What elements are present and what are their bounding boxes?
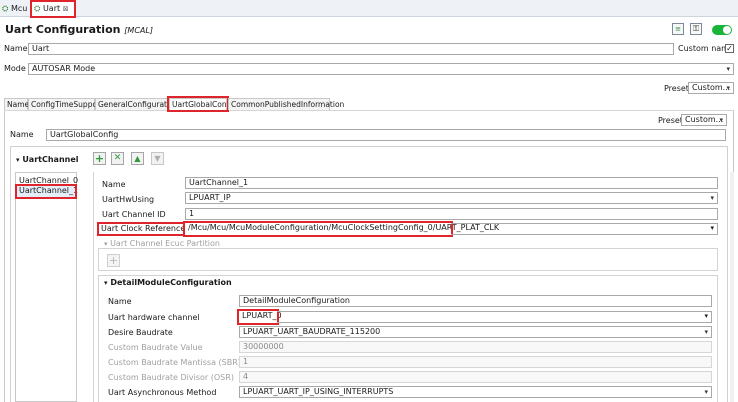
lock-icon[interactable]: ⚿ xyxy=(690,23,702,35)
vertical-scrollbar[interactable] xyxy=(730,172,734,402)
detail-name-label: Name xyxy=(108,297,132,306)
clock-reference-select[interactable]: /Mcu/Mcu/McuModuleConfiguration/McuClock… xyxy=(183,221,499,237)
hw-channel-label: Uart hardware channel xyxy=(108,313,200,322)
collapse-icon: ▾ xyxy=(104,240,108,248)
tab-uart-global-config[interactable]: UartGlobalConfig xyxy=(167,96,236,112)
baudrate-select[interactable]: LPUART_UART_BAUDRATE_115200 ▾ xyxy=(239,326,712,338)
chevron-down-icon: ▾ xyxy=(726,65,730,73)
channel-id-label: Uart Channel ID xyxy=(102,210,166,219)
hw-using-label: UartHwUsing xyxy=(102,195,155,204)
mode-label: Mode xyxy=(4,64,26,73)
move-down-button[interactable]: ▼ xyxy=(151,152,164,165)
channel-name-field[interactable]: UartChannel_1 xyxy=(185,177,718,189)
name-label: Name xyxy=(4,44,28,53)
page-subtitle: [MCAL] xyxy=(124,26,153,35)
channel-name-label: Name xyxy=(102,180,126,189)
baudrate-label: Desire Baudrate xyxy=(108,328,173,337)
chevron-down-icon: ▾ xyxy=(719,116,723,124)
preset-select[interactable]: Custom... ▾ xyxy=(688,82,734,94)
document-icon[interactable]: ≡ xyxy=(672,23,684,35)
custom-name-checkbox[interactable]: ✓ xyxy=(725,44,734,53)
global-preset-select[interactable]: Custom... ▾ xyxy=(681,114,727,126)
global-preset-label: Preset xyxy=(658,116,683,125)
editor-tab-uart-label: Uart xyxy=(42,4,61,13)
custom-baud-field: 30000000 xyxy=(239,341,712,353)
toggle-knob xyxy=(723,26,731,34)
detail-name-field[interactable]: DetailModuleConfiguration xyxy=(239,295,712,307)
chevron-down-icon: ▾ xyxy=(704,328,708,336)
list-item-label: UartChannel_1 xyxy=(19,186,79,195)
channel-section-title: UartChannel xyxy=(22,155,79,164)
mantissa-field: 1 xyxy=(239,356,712,368)
config-file-icon: ⛭ xyxy=(2,4,9,13)
async-method-select[interactable]: LPUART_UART_IP_USING_INTERRUPTS ▾ xyxy=(239,386,712,398)
preset-select-value: Custom... xyxy=(692,83,731,92)
detail-section-header[interactable]: ▾ DetailModuleConfiguration xyxy=(104,278,232,288)
ecuc-add-button: + xyxy=(107,254,120,267)
custom-baud-label: Custom Baudrate Value xyxy=(108,343,203,352)
global-preset-value: Custom... xyxy=(685,115,724,124)
mode-select-value: AUTOSAR Mode xyxy=(32,64,96,73)
channel-list xyxy=(15,172,77,402)
page-title: Uart Configuration [MCAL] xyxy=(5,23,153,38)
baudrate-value: LPUART_UART_BAUDRATE_115200 xyxy=(243,327,381,336)
add-button[interactable]: + xyxy=(93,152,106,165)
divisor-field: 4 xyxy=(239,371,712,383)
config-file-icon: ⛭ xyxy=(34,4,41,13)
hw-channel-combo-border: ▾ xyxy=(277,311,712,323)
preset-label: Preset xyxy=(664,84,689,93)
channel-id-field[interactable]: 1 xyxy=(185,208,718,220)
clock-reference-label: Uart Clock Reference xyxy=(96,222,190,236)
divisor-label: Custom Baudrate Divisor (OSR) xyxy=(108,373,234,382)
page-title-text: Uart Configuration xyxy=(5,23,121,36)
tab-name[interactable]: Name xyxy=(4,98,29,110)
collapse-icon: ▾ xyxy=(16,156,20,164)
list-item-selected[interactable]: UartChannel_1 xyxy=(15,184,79,199)
editor-tab-mcu[interactable]: ⛭ Mcu xyxy=(2,2,30,15)
hw-channel-value: LPUART_0 xyxy=(242,311,282,320)
name-field[interactable]: Uart xyxy=(28,43,674,55)
channel-section-header[interactable]: ▾ UartChannel xyxy=(16,155,79,165)
remove-button[interactable]: ✕ xyxy=(111,152,124,165)
list-item[interactable]: UartChannel_0 xyxy=(19,176,78,186)
global-name-label: Name xyxy=(10,130,34,139)
chevron-down-icon: ▾ xyxy=(710,194,714,202)
ecuc-partition-label: Uart Channel Ecuc Partition xyxy=(110,239,220,248)
chevron-down-icon: ▾ xyxy=(704,388,708,396)
detail-section-title: DetailModuleConfiguration xyxy=(110,278,232,287)
async-method-value: LPUART_UART_IP_USING_INTERRUPTS xyxy=(243,387,394,396)
tab-config-time-support[interactable]: ConfigTimeSupport xyxy=(28,98,103,110)
chevron-down-icon: ▾ xyxy=(726,84,730,92)
hw-using-value: LPUART_IP xyxy=(189,193,231,202)
editor-tab-mcu-label: Mcu xyxy=(10,4,28,13)
hw-using-select[interactable]: LPUART_IP ▾ xyxy=(185,192,718,204)
collapse-icon: ▾ xyxy=(104,279,108,287)
hw-channel-select-highlight[interactable]: LPUART_0 xyxy=(237,309,282,325)
global-name-field[interactable]: UartGlobalConfig xyxy=(46,129,726,141)
tab-general-configuration[interactable]: GeneralConfiguration xyxy=(95,98,178,110)
ecuc-partition-box xyxy=(98,248,718,271)
editor-tab-bar xyxy=(0,0,738,17)
close-icon[interactable]: ⊠ xyxy=(63,5,69,13)
chevron-down-icon: ▾ xyxy=(710,224,714,232)
chevron-down-icon: ▾ xyxy=(704,312,708,320)
async-method-label: Uart Asynchronous Method xyxy=(108,388,217,397)
enable-toggle[interactable] xyxy=(712,25,732,35)
mantissa-label: Custom Baudrate Mantissa (SBR) xyxy=(108,358,241,367)
clock-reference-combo-border: ▾ xyxy=(451,223,718,235)
mode-select[interactable]: AUTOSAR Mode ▾ xyxy=(28,63,734,75)
tab-common-published-information[interactable]: CommonPublishedInformation xyxy=(228,98,344,110)
editor-tab-uart[interactable]: ⛭ Uart ⊠ xyxy=(30,0,76,18)
move-up-button[interactable]: ▲ xyxy=(131,152,144,165)
